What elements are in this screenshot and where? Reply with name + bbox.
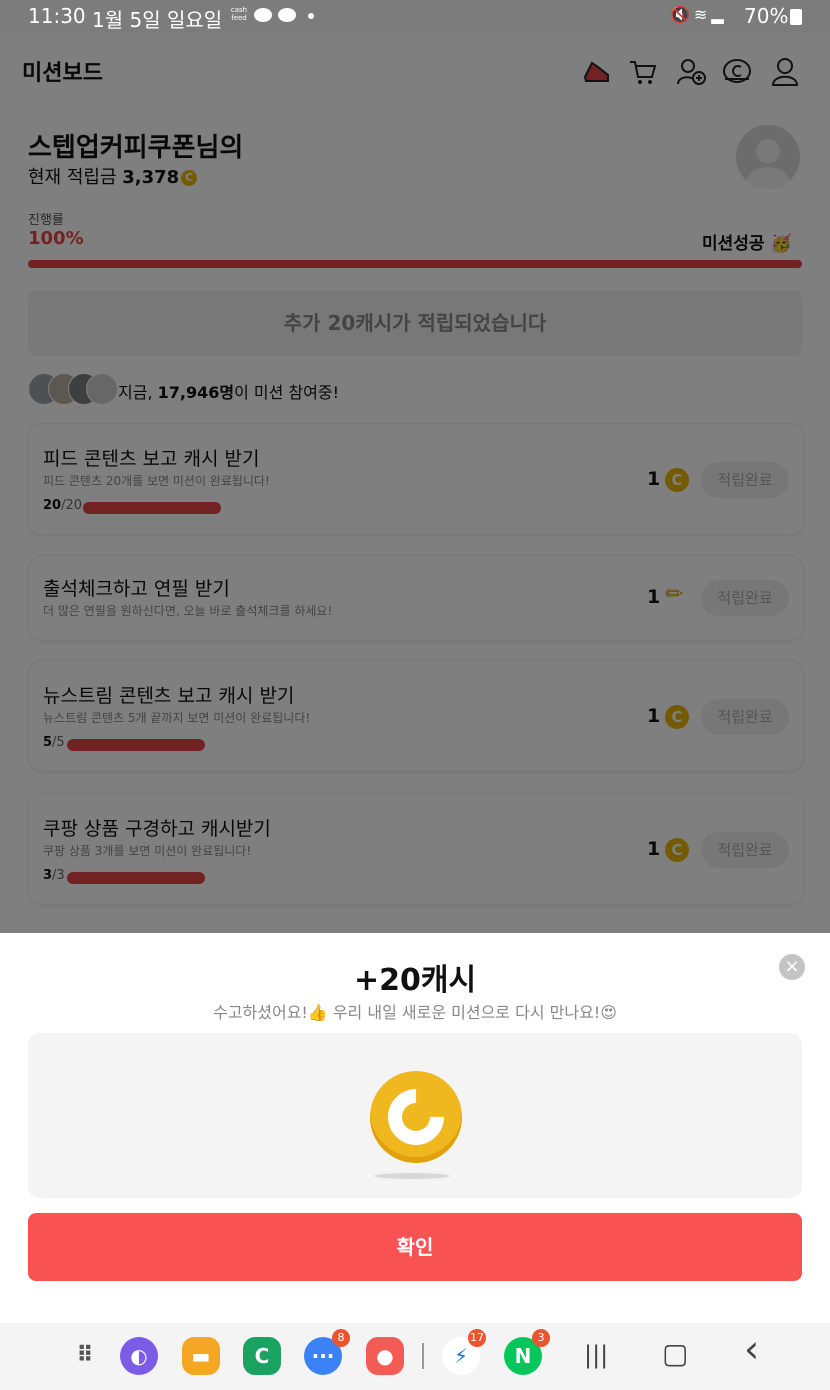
confirm-button[interactable]: 확인 <box>28 1213 802 1281</box>
talk-notification-icon <box>254 8 272 22</box>
c-glyph: C <box>254 1344 270 1368</box>
battery-icon <box>790 9 802 25</box>
sheet-subtitle: 수고하셨어요!👍 우리 내일 새로운 미션으로 다시 만나요!😍 <box>213 1003 617 1022</box>
close-button[interactable]: × <box>779 954 805 980</box>
naver-icon[interactable]: N 3 <box>504 1329 550 1375</box>
reward-bottom-sheet: +20캐시 × 수고하셨어요!👍 우리 내일 새로운 미션으로 다시 만나요!😍… <box>0 933 830 1323</box>
coin-shadow <box>374 1173 450 1179</box>
messages-icon[interactable]: ··· 8 <box>304 1329 350 1375</box>
status-date: 1월 5일 일요일 <box>92 8 223 32</box>
home-button[interactable]: ▢ <box>662 1337 688 1370</box>
reward-illustration-box <box>28 1033 802 1198</box>
status-bar: 11:30 1월 5일 일요일 cash feed 🔇≋▂ 70% <box>0 0 830 33</box>
coin-letter-c <box>376 1077 456 1157</box>
app-drawer-icon[interactable]: ⠿ <box>66 1337 104 1375</box>
talk-notification-icon-2 <box>278 8 296 22</box>
cashfeed-notification-icon: cash feed <box>228 6 250 22</box>
sheet-title: +20캐시 <box>353 963 477 998</box>
browser-glyph: ◐ <box>130 1344 148 1368</box>
notification-badge: 8 <box>332 1329 350 1347</box>
battery-percent: 70% <box>744 4 789 28</box>
coin-icon <box>370 1071 462 1163</box>
status-time: 11:30 <box>28 4 86 28</box>
notification-badge: 3 <box>532 1329 550 1347</box>
samsung-internet-icon[interactable]: ◐ <box>120 1337 158 1375</box>
my-files-icon[interactable]: ▬ <box>182 1337 220 1375</box>
system-status-icons: 🔇≋▂ <box>670 5 728 24</box>
back-button[interactable]: ‹ <box>744 1327 759 1371</box>
contacts-icon[interactable]: ● <box>366 1337 404 1375</box>
messenger-icon[interactable]: ⚡ 17 <box>442 1329 486 1375</box>
recents-button[interactable]: ||| <box>584 1341 608 1369</box>
more-notifications-dot-icon <box>308 13 314 19</box>
cashfeed-top-text: cash <box>230 6 248 14</box>
c-app-icon[interactable]: C <box>243 1337 281 1375</box>
person-glyph: ● <box>376 1344 394 1368</box>
navigation-bar: ⠿ ◐ ▬ C ··· 8 ● ⚡ 17 N 3 ||| ▢ ‹ <box>0 1323 830 1390</box>
app-drawer-glyph: ⠿ <box>76 1343 94 1368</box>
folder-glyph: ▬ <box>191 1344 211 1368</box>
dock-divider <box>422 1343 424 1369</box>
modal-backdrop[interactable] <box>0 33 830 933</box>
cashfeed-bottom-text: feed <box>231 14 247 22</box>
notification-badge: 17 <box>468 1329 486 1347</box>
